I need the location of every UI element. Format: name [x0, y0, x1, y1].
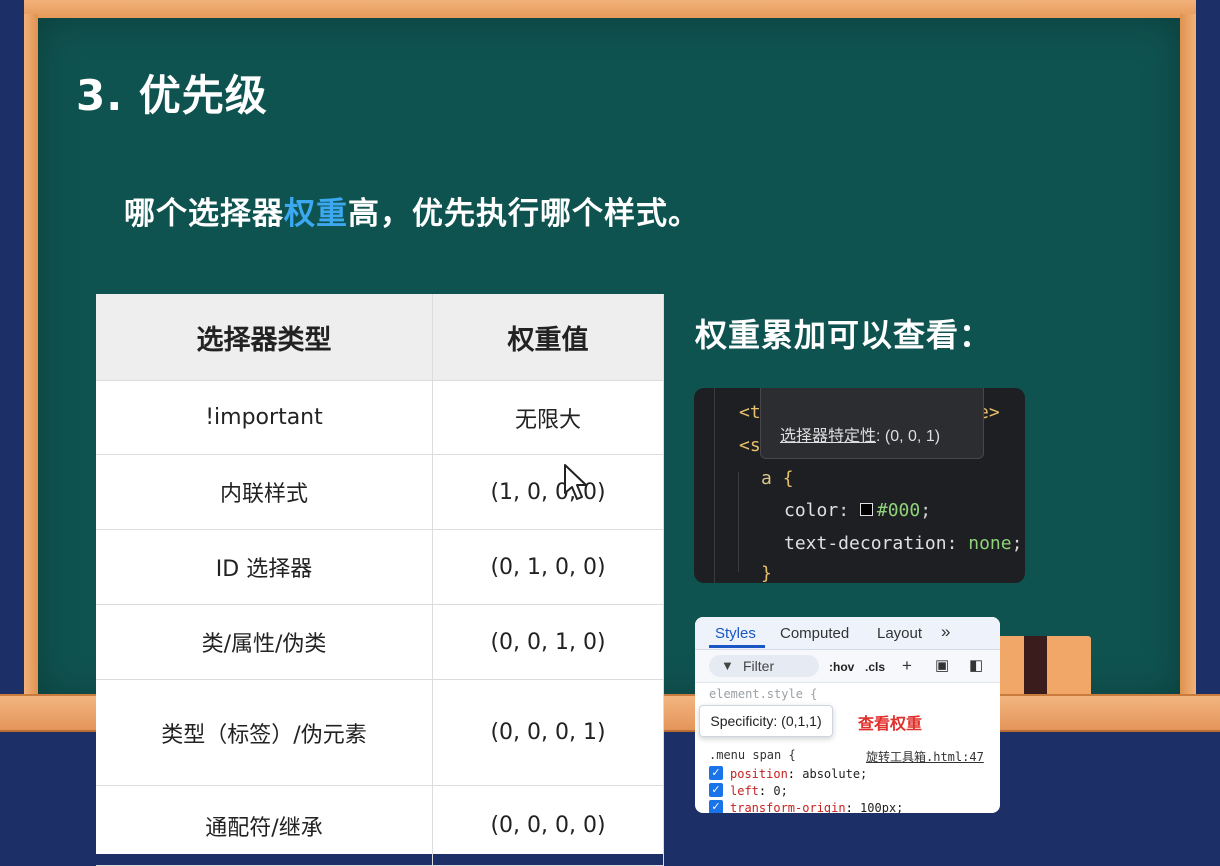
color-swatch-icon[interactable] — [859, 502, 873, 516]
filter-icon: ▼ — [721, 658, 734, 673]
header-weight: 权重值 — [432, 294, 664, 381]
indent-guide — [714, 388, 715, 583]
cell-selector: 内联样式 — [96, 454, 433, 530]
code-brace-open: { — [782, 468, 794, 489]
property-name[interactable]: transform-origin — [730, 801, 846, 813]
element-style-rule: element.style { — [709, 687, 818, 701]
property-value[interactable]: absolute; — [802, 767, 867, 781]
property-checkbox[interactable]: ✓ — [709, 766, 723, 780]
property-name[interactable]: position — [730, 767, 788, 781]
code-tag-open: <t — [739, 402, 761, 423]
chalkboard-frame-left — [24, 14, 38, 704]
chalkboard-frame-top — [24, 0, 1196, 20]
cell-selector: 通配符/继承 — [96, 785, 433, 866]
popup-value: : (0, 0, 1) — [876, 428, 941, 445]
more-tabs-icon[interactable]: » — [941, 622, 950, 642]
cell-selector: !important — [96, 380, 433, 455]
filter-input[interactable]: ▼ Filter — [709, 655, 819, 677]
chalkboard-frame-right — [1180, 14, 1196, 704]
mouse-cursor-icon — [564, 464, 587, 500]
devtools-styles-panel: Styles Computed Layout » ▼ Filter :hov .… — [695, 617, 1000, 813]
hov-button[interactable]: :hov — [829, 660, 854, 674]
cell-weight: 无限大 — [432, 380, 664, 455]
property-name[interactable]: left — [730, 784, 759, 798]
cell-weight: (0, 0, 0, 1) — [432, 679, 664, 786]
toggle-sidebar-icon[interactable]: ◧ — [969, 656, 983, 674]
property-value[interactable]: 0; — [773, 784, 787, 798]
cell-weight: (0, 0, 0, 0) — [432, 785, 664, 866]
subtitle-highlight: 权重 — [284, 196, 348, 232]
tab-styles[interactable]: Styles — [715, 625, 756, 642]
indent-guide — [738, 472, 739, 572]
active-tab-indicator — [709, 645, 765, 648]
subtitle-after: 高，优先执行哪个样式。 — [348, 196, 700, 232]
tab-computed[interactable]: Computed — [780, 625, 849, 642]
table-row: !important 无限大 — [96, 380, 664, 455]
header-selector-type: 选择器类型 — [96, 294, 433, 381]
cell-selector: 类型（标签）/伪元素 — [96, 679, 433, 786]
rule-source-link[interactable]: 旋转工具箱.html:47 — [866, 748, 984, 765]
right-heading: 权重累加可以查看： — [695, 316, 993, 354]
property-value[interactable]: 100px; — [860, 801, 903, 813]
devtools-tabbar: Styles Computed Layout » — [695, 617, 1000, 650]
cell-weight: (1, 0, 0, 0) — [432, 454, 664, 530]
cls-button[interactable]: .cls — [865, 660, 885, 674]
chalk-eraser — [995, 636, 1091, 694]
specificity-table: 选择器类型 权重值 !important 无限大 内联样式 (1, 0, 0, … — [96, 294, 664, 866]
property-checkbox[interactable]: ✓ — [709, 800, 723, 813]
cell-selector: ID 选择器 — [96, 529, 433, 605]
subtitle-before: 哪个选择器 — [124, 196, 284, 232]
specificity-popup-text: 选择器特定性: (0, 0, 1) — [780, 422, 940, 446]
table-row: 类型（标签）/伪元素 (0, 0, 0, 1) — [96, 679, 664, 786]
code-val-color: #000 — [876, 500, 921, 521]
rule-selector[interactable]: .menu span { — [709, 748, 796, 762]
code-editor-panel: <t e> <s a { color: #000; text-decoratio… — [694, 388, 1025, 583]
code-tag-style: <s — [739, 435, 761, 456]
new-rule-icon[interactable]: + — [902, 656, 912, 676]
paint-brush-icon[interactable]: ▣ — [935, 656, 949, 674]
tab-layout[interactable]: Layout — [877, 625, 922, 642]
specificity-tooltip: Specificity: (0,1,1) — [699, 705, 833, 737]
table-row: 通配符/继承 (0, 0, 0, 0) — [96, 785, 664, 866]
code-val-text-decoration: none — [968, 533, 1012, 554]
table-row: ID 选择器 (0, 1, 0, 0) — [96, 529, 664, 605]
code-prop-color: color — [784, 500, 839, 521]
table-row: 类/属性/伪类 (0, 0, 1, 0) — [96, 604, 664, 680]
cell-weight: (0, 1, 0, 0) — [432, 529, 664, 605]
slide-subtitle: 哪个选择器权重高，优先执行哪个样式。 — [124, 188, 700, 233]
code-brace-close: } — [761, 563, 772, 583]
devtools-filterbar: ▼ Filter :hov .cls + ▣ ◧ — [695, 650, 1000, 683]
property-checkbox[interactable]: ✓ — [709, 783, 723, 797]
cell-selector: 类/属性/伪类 — [96, 604, 433, 680]
popup-label: 选择器特定性 — [780, 428, 877, 445]
code-prop-text-decoration: text-decoration — [784, 533, 947, 554]
code-selector[interactable]: a — [761, 468, 772, 489]
cell-weight: (0, 0, 1, 0) — [432, 604, 664, 680]
view-weight-annotation: 查看权重 — [858, 716, 923, 733]
filter-placeholder: Filter — [743, 658, 775, 674]
slide-title: 3. 优先级 — [76, 71, 268, 120]
